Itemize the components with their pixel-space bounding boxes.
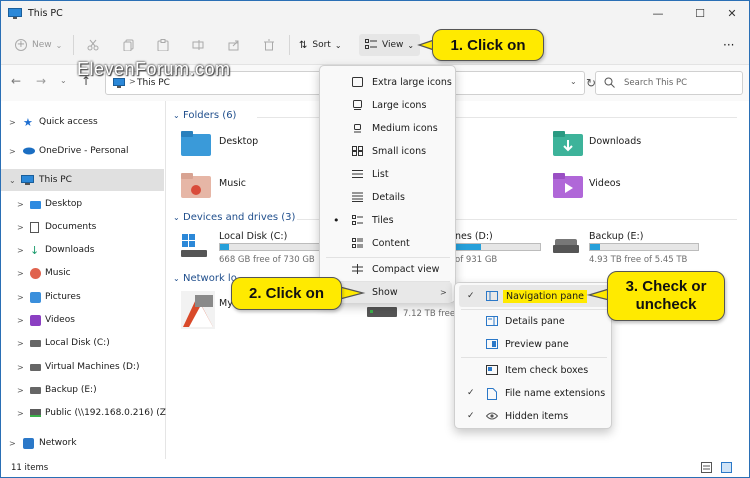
callout-3-pointer (586, 288, 610, 301)
callout-step-1: 1. Click on (432, 29, 544, 61)
callout-pointers (339, 39, 610, 301)
explorer-window: This PC — ☐ ✕ + New ⌄ ⇅ Sort ⌄ View ⌄ ··… (0, 0, 750, 478)
callout-step-2: 2. Click on (231, 277, 342, 310)
callout-2-pointer (339, 286, 366, 300)
callout-step-3: 3. Check or uncheck (607, 271, 725, 321)
